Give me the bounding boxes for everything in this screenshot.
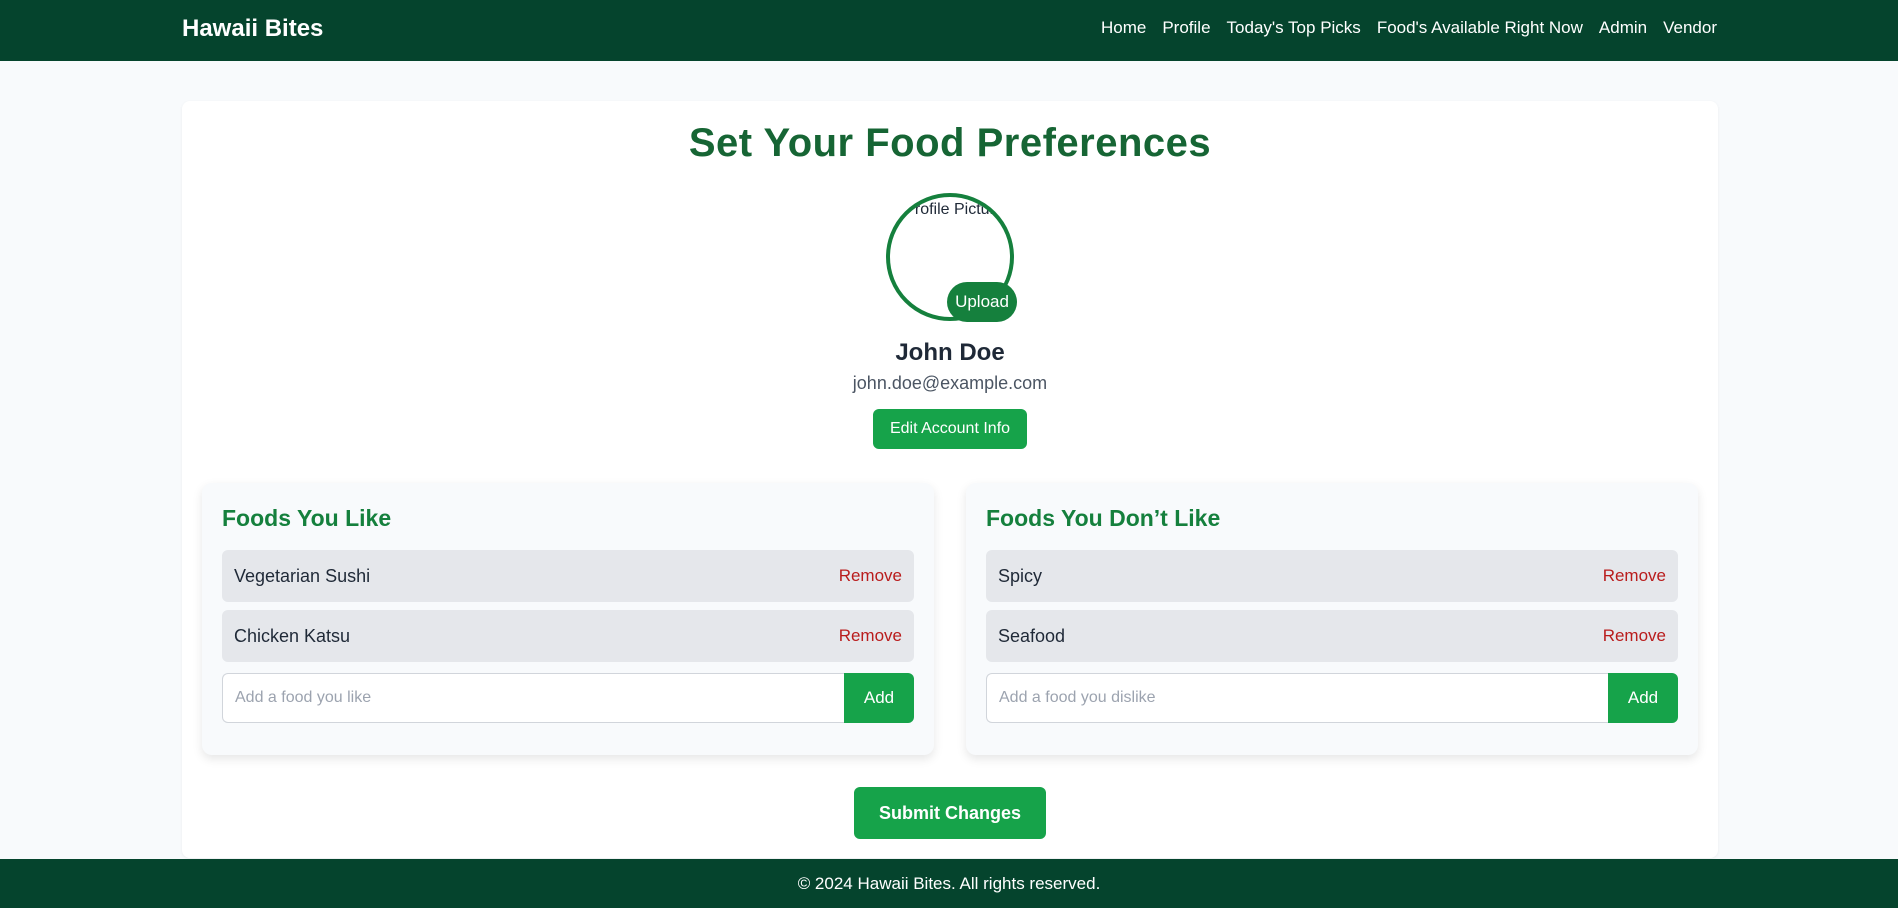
food-name: Vegetarian Sushi <box>234 566 371 586</box>
add-like-button[interactable]: Add <box>844 673 914 723</box>
likes-panel: Foods You Like Vegetarian Sushi Remove C… <box>202 483 934 755</box>
upload-button[interactable]: Upload <box>947 282 1017 322</box>
footer: © 2024 Hawaii Bites. All rights reserved… <box>0 859 1898 908</box>
likes-title: Foods You Like <box>222 505 392 531</box>
remove-like-button[interactable]: Remove <box>839 566 902 586</box>
add-dislike-input[interactable] <box>986 673 1608 723</box>
dislike-item: Seafood Remove <box>986 610 1678 662</box>
remove-dislike-button[interactable]: Remove <box>1603 626 1666 646</box>
top-navbar: Hawaii Bites Home Profile Today's Top Pi… <box>0 0 1898 61</box>
food-name: Spicy <box>998 566 1043 586</box>
nav-admin[interactable]: Admin <box>1599 18 1647 38</box>
like-item: Chicken Katsu Remove <box>222 610 914 662</box>
nav-home[interactable]: Home <box>1101 18 1146 38</box>
dislikes-panel: Foods You Don’t Like Spicy Remove Seafoo… <box>966 483 1698 755</box>
food-name: Chicken Katsu <box>234 626 351 646</box>
user-email: john.doe@example.com <box>852 373 1048 393</box>
page-title: Set Your Food Preferences <box>688 121 1212 165</box>
add-like-input[interactable] <box>222 673 844 723</box>
nav-available-now[interactable]: Food's Available Right Now <box>1377 18 1583 38</box>
add-dislike-button[interactable]: Add <box>1608 673 1678 723</box>
brand-logo[interactable]: Hawaii Bites <box>182 15 323 43</box>
nav-links: Home Profile Today's Top Picks Food's Av… <box>1101 18 1717 38</box>
footer-text: © 2024 Hawaii Bites. All rights reserved… <box>797 874 1101 893</box>
avatar-alt-text: Profile Picture <box>904 201 1004 218</box>
edit-account-button[interactable]: Edit Account Info <box>873 409 1027 449</box>
dislikes-title: Foods You Don’t Like <box>986 505 1221 531</box>
remove-like-button[interactable]: Remove <box>839 626 902 646</box>
preferences-card: Set Your Food Preferences Profile Pictur… <box>182 101 1718 858</box>
remove-dislike-button[interactable]: Remove <box>1603 566 1666 586</box>
nav-vendor[interactable]: Vendor <box>1663 18 1717 38</box>
nav-top-picks[interactable]: Today's Top Picks <box>1227 18 1361 38</box>
like-item: Vegetarian Sushi Remove <box>222 550 914 602</box>
food-name: Seafood <box>998 626 1066 646</box>
submit-changes-button[interactable]: Submit Changes <box>854 787 1046 839</box>
nav-profile[interactable]: Profile <box>1162 18 1210 38</box>
user-name: John Doe <box>895 339 1005 366</box>
dislike-item: Spicy Remove <box>986 550 1678 602</box>
